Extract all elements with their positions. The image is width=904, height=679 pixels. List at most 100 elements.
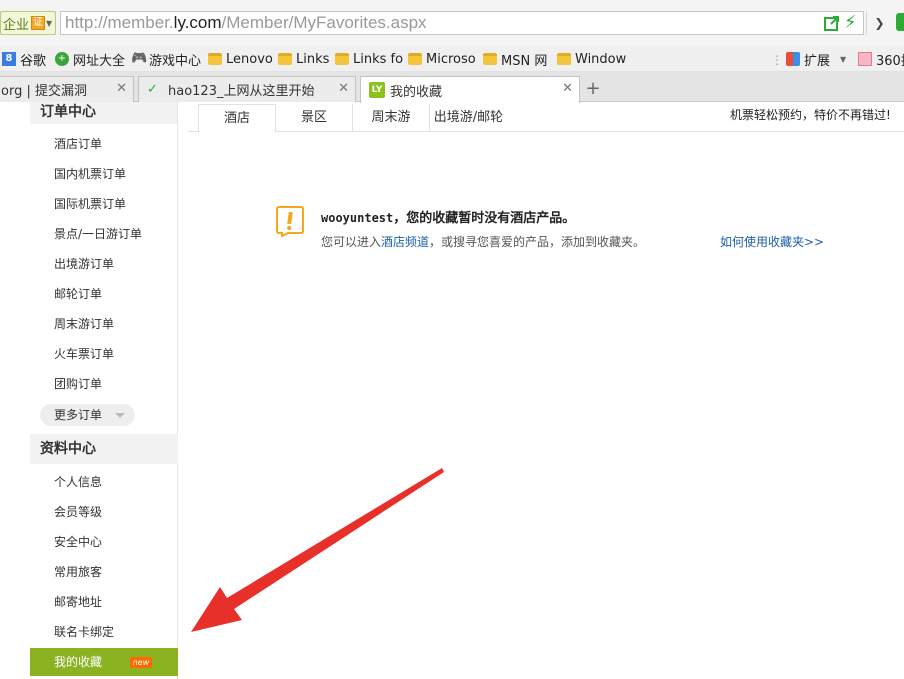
bookmark-games[interactable]: 🎮 游戏中心	[131, 49, 201, 69]
url-domain: ly.com	[173, 13, 222, 32]
folder-icon	[408, 53, 422, 65]
bookmark-label: Links	[296, 51, 330, 67]
tab-title: org | 提交漏洞	[1, 84, 87, 99]
annotation-arrow	[191, 468, 444, 632]
share-icon[interactable]	[823, 14, 841, 32]
bookmark-microso[interactable]: Microso	[408, 49, 476, 69]
sidebar-item-my-favorites[interactable]: 我的收藏 new	[30, 648, 178, 676]
cert-label: 企业	[3, 17, 30, 33]
hint-text-before: 您可以进入	[321, 235, 382, 249]
tab-my-favorites[interactable]: LY 我的收藏 ✕	[360, 76, 580, 103]
order-center-title: 订单中心	[30, 102, 177, 124]
lightning-icon[interactable]: ⚡	[844, 13, 858, 33]
chevron-down-icon	[115, 413, 125, 418]
url-path: /Member/MyFavorites.aspx	[221, 13, 427, 32]
bookmark-google[interactable]: 8 谷歌	[2, 49, 46, 69]
new-badge: new	[130, 657, 152, 668]
tab-strip: org | 提交漏洞 ✕ ✓ hao123_上网从这里开始 ✕ LY 我的收藏 …	[0, 72, 904, 103]
bookmark-label: 游戏中心	[149, 53, 202, 69]
hao123-icon: ✓	[147, 81, 158, 97]
profile-center-title: 资料中心	[30, 434, 178, 464]
sidebar-item-mailing-address[interactable]: 邮寄地址	[30, 587, 178, 617]
tab-title: hao123_上网从这里开始	[168, 84, 315, 99]
sidebar-item-train-orders[interactable]: 火车票订单	[30, 339, 178, 369]
tab-outbound-cruise[interactable]: 出境游/邮轮	[430, 104, 507, 132]
folder-icon	[557, 53, 571, 65]
warning-icon	[276, 206, 304, 237]
chevron-down-icon[interactable]: ❯	[866, 11, 892, 35]
enterprise-cert-button[interactable]: 企业 证 ▼	[0, 11, 56, 35]
cert-badge: 证	[31, 16, 46, 30]
ly-logo-icon: LY	[369, 82, 385, 98]
bookmark-label: 360抢	[876, 53, 904, 69]
more-icon[interactable]: ⋮	[771, 53, 783, 67]
sidebar-item-security-center[interactable]: 安全中心	[30, 527, 178, 557]
sidebar-item-domestic-flight-orders[interactable]: 国内机票订单	[30, 159, 178, 189]
bookmark-label: 网址大全	[73, 53, 126, 69]
username: wooyuntest	[321, 211, 394, 225]
extensions-label: 扩展	[804, 53, 831, 69]
bookmark-hao123[interactable]: + 网址大全	[55, 49, 125, 69]
chevron-down-icon: ▼	[840, 54, 847, 64]
empty-favorites-message: wooyuntest，您的收藏暂时没有酒店产品。	[321, 207, 575, 226]
sidebar-item-hotel-orders[interactable]: 酒店订单	[30, 129, 178, 159]
sidebar-item-attraction-orders[interactable]: 景点/一日游订单	[30, 219, 178, 249]
gamepad-icon: 🎮	[131, 51, 148, 66]
folder-icon	[335, 53, 349, 65]
empty-favorites-hint: 您可以进入酒店频道，或搜寻您喜爱的产品，添加到收藏夹。	[321, 233, 645, 250]
sidebar-item-frequent-travelers[interactable]: 常用旅客	[30, 557, 178, 587]
folder-icon	[278, 53, 292, 65]
extensions-button[interactable]: 扩展 ▼	[786, 49, 846, 69]
sidebar-item-outbound-orders[interactable]: 出境游订单	[30, 249, 178, 279]
hotel-channel-link[interactable]: 酒店频道	[381, 235, 429, 249]
folder-icon	[208, 53, 222, 65]
hint-text-after: ，或搜寻您喜爱的产品，添加到收藏夹。	[429, 235, 646, 249]
bookmark-label: Microso	[426, 51, 476, 67]
close-icon[interactable]: ✕	[338, 81, 349, 96]
sidebar-item-member-level[interactable]: 会员等级	[30, 497, 178, 527]
hao123-icon: +	[55, 52, 69, 66]
sidebar-item-label: 我的收藏	[54, 655, 103, 669]
google-icon: 8	[2, 52, 16, 66]
how-to-use-favorites-link[interactable]: 如何使用收藏夹>>	[720, 233, 824, 250]
bookmark-window[interactable]: Window	[557, 49, 626, 69]
url-prefix: http://member.	[65, 13, 174, 32]
tab-wooyun[interactable]: org | 提交漏洞 ✕	[0, 76, 134, 102]
sidebar-item-intl-flight-orders[interactable]: 国际机票订单	[30, 189, 178, 219]
tab-scenic[interactable]: 景区	[276, 104, 353, 132]
sidebar-item-cruise-orders[interactable]: 邮轮订单	[30, 279, 178, 309]
bookmark-links[interactable]: Links	[278, 49, 329, 69]
bookmark-label: Lenovo	[226, 51, 273, 67]
tab-hotel[interactable]: 酒店	[198, 104, 276, 133]
bookmark-msn[interactable]: MSN 网	[483, 49, 547, 69]
new-tab-button[interactable]: +	[581, 78, 605, 100]
empty-title-text: ，您的收藏暂时没有酒店产品。	[393, 211, 576, 226]
more-orders-button[interactable]: 更多订单	[40, 404, 135, 426]
bookmark-label: Links fo	[353, 51, 404, 67]
bookmark-lenovo[interactable]: Lenovo	[208, 49, 273, 69]
close-icon[interactable]: ✕	[562, 81, 573, 96]
sidebar-item-cobrand-card[interactable]: 联名卡绑定	[30, 617, 178, 647]
puzzle-icon	[786, 52, 800, 66]
folder-icon	[483, 53, 497, 65]
360-icon	[858, 52, 872, 66]
promo-text[interactable]: 机票轻松预约，特价不再错过!	[730, 106, 891, 123]
tab-hao123[interactable]: ✓ hao123_上网从这里开始 ✕	[138, 76, 356, 102]
sidebar-item-weekend-orders[interactable]: 周末游订单	[30, 309, 178, 339]
bookmark-360[interactable]: 360抢	[858, 49, 904, 69]
bookmark-label: MSN 网	[501, 53, 548, 69]
tab-title: 我的收藏	[390, 84, 443, 100]
sidebar: 订单中心 酒店订单 国内机票订单 国际机票订单 景点/一日游订单 出境游订单 邮…	[30, 102, 178, 679]
tab-weekend[interactable]: 周末游	[353, 104, 430, 132]
sidebar-item-group-buy-orders[interactable]: 团购订单	[30, 369, 178, 399]
bookmark-label: Window	[575, 51, 627, 67]
address-bar: 企业 证 ▼ http://member.ly.com/Member/MyFav…	[0, 0, 904, 46]
url-input[interactable]: http://member.ly.com/Member/MyFavorites.…	[60, 11, 864, 35]
sidebar-item-personal-info[interactable]: 个人信息	[30, 467, 178, 497]
side-panel-icon[interactable]	[896, 13, 904, 31]
bookmark-label: 谷歌	[20, 53, 47, 69]
more-orders-label: 更多订单	[54, 408, 103, 422]
chevron-down-icon: ▼	[46, 18, 53, 28]
bookmark-links-fo[interactable]: Links fo	[335, 49, 403, 69]
close-icon[interactable]: ✕	[116, 81, 127, 96]
